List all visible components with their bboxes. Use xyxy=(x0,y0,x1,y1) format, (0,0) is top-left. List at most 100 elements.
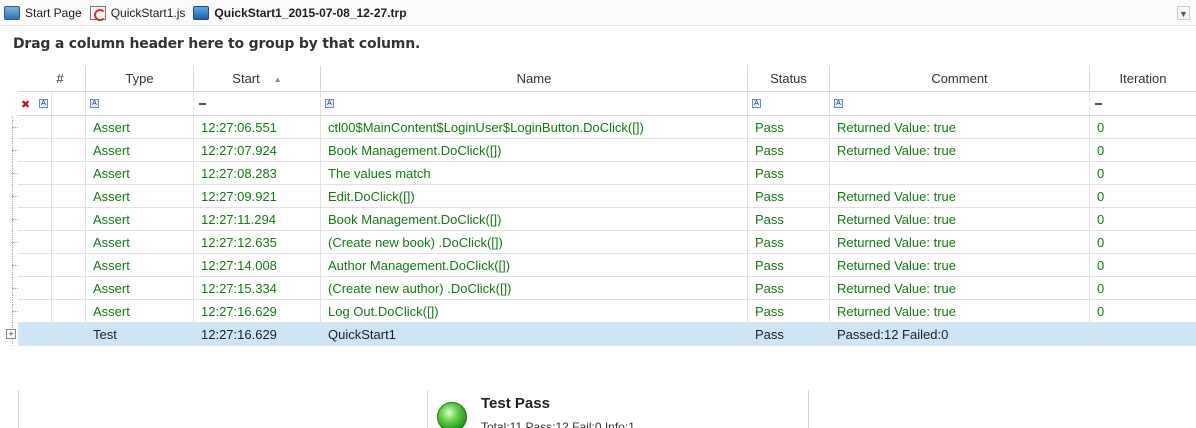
row-indicator-cell xyxy=(18,185,35,208)
row-number-cell-b xyxy=(52,208,86,231)
cell-iteration: 0 xyxy=(1090,300,1196,323)
tab-quickstart-trp[interactable]: QuickStart1_2015-07-08_12-27.trp xyxy=(193,5,407,20)
row-indicator-cell xyxy=(18,323,35,346)
column-header-status[interactable]: Status xyxy=(748,66,830,92)
filter-cell-iteration[interactable] xyxy=(1090,92,1196,116)
column-header-name[interactable]: Name xyxy=(321,66,748,92)
trp-file-icon xyxy=(193,5,210,20)
table-row[interactable]: Assert 12:27:12.635 (Create new book) .Do… xyxy=(0,231,1196,254)
row-number-cell-b xyxy=(52,116,86,139)
cell-status: Pass xyxy=(748,139,830,162)
filter-operator-icon[interactable]: A xyxy=(90,99,99,108)
table-row[interactable]: Assert 12:27:16.629 Log Out.DoClick([]) Pas… xyxy=(0,300,1196,323)
column-header-iteration[interactable]: Iteration xyxy=(1090,66,1196,92)
cell-comment: Returned Value: true xyxy=(830,208,1090,231)
clear-filter-pin-icon[interactable]: ✖ xyxy=(21,93,30,115)
cell-status: Pass xyxy=(748,254,830,277)
row-number-cell-a xyxy=(35,231,52,254)
cell-start: 12:27:16.629 xyxy=(194,300,321,323)
filter-operator-icon[interactable]: A xyxy=(39,99,48,108)
cell-comment: Returned Value: true xyxy=(830,116,1090,139)
cell-start: 12:27:07.924 xyxy=(194,139,321,162)
cell-type: Assert xyxy=(86,185,194,208)
cell-comment: Passed:12 Failed:0 xyxy=(830,323,1090,346)
filter-pin-cell[interactable]: ✖ xyxy=(18,92,35,116)
cell-status: Pass xyxy=(748,323,830,346)
cell-type: Assert xyxy=(86,254,194,277)
tab-label: QuickStart1.js xyxy=(110,5,186,20)
cell-type: Assert xyxy=(86,300,194,323)
filter-cell-status[interactable]: A xyxy=(748,92,830,116)
cell-name: (Create new author) .DoClick([]) xyxy=(321,277,748,300)
filter-cell-spacer xyxy=(52,92,86,116)
cell-start: 12:27:15.334 xyxy=(194,277,321,300)
cell-status: Pass xyxy=(748,277,830,300)
sort-ascending-icon: ▲ xyxy=(273,74,282,84)
cell-status: Pass xyxy=(748,208,830,231)
filter-cell-start[interactable] xyxy=(194,92,321,116)
column-header-number[interactable]: # xyxy=(35,66,86,92)
table-row[interactable]: Assert 12:27:15.334 (Create new author) .… xyxy=(0,277,1196,300)
column-header-type[interactable]: Type xyxy=(86,66,194,92)
row-indicator-cell xyxy=(18,300,35,323)
tab-list-dropdown-icon[interactable]: ▼ xyxy=(1177,6,1190,20)
cell-status: Pass xyxy=(748,162,830,185)
filter-cell-comment[interactable]: A xyxy=(830,92,1090,116)
row-indicator-cell xyxy=(18,139,35,162)
table-row[interactable]: Assert 12:27:14.008 Author Management.DoCl… xyxy=(0,254,1196,277)
group-by-panel[interactable]: Drag a column header here to group by th… xyxy=(13,36,420,52)
cell-comment: Returned Value: true xyxy=(830,254,1090,277)
cell-name: The values match xyxy=(321,162,748,185)
cell-start: 12:27:08.283 xyxy=(194,162,321,185)
cell-status: Pass xyxy=(748,116,830,139)
column-header-comment[interactable]: Comment xyxy=(830,66,1090,92)
pass-status-icon xyxy=(437,402,467,428)
filter-equals-icon[interactable] xyxy=(199,103,206,105)
cell-comment: Returned Value: true xyxy=(830,300,1090,323)
cell-status: Pass xyxy=(748,300,830,323)
cell-iteration: 0 xyxy=(1090,231,1196,254)
row-indicator-cell xyxy=(18,116,35,139)
table-row[interactable]: Assert 12:27:06.551 ctl00$MainContent$Logi… xyxy=(0,116,1196,139)
cell-type: Assert xyxy=(86,116,194,139)
row-number-cell-b xyxy=(52,231,86,254)
column-header-start[interactable]: Start ▲ xyxy=(194,66,321,92)
cell-iteration: 0 xyxy=(1090,254,1196,277)
cell-type: Assert xyxy=(86,139,194,162)
row-number-cell-b xyxy=(52,300,86,323)
row-number-cell-b xyxy=(52,254,86,277)
table-row[interactable]: Assert 12:27:09.921 Edit.DoClick([]) Pass Re… xyxy=(0,185,1196,208)
table-row[interactable]: Assert 12:27:07.924 Book Management.DoClic… xyxy=(0,139,1196,162)
row-number-cell-a xyxy=(35,254,52,277)
row-number-cell-a xyxy=(35,277,52,300)
cell-iteration xyxy=(1090,323,1196,346)
table-row[interactable]: Assert 12:27:08.283 The values match Pass 0 xyxy=(0,162,1196,185)
filter-operator-icon[interactable]: A xyxy=(834,99,843,108)
filter-cell-type[interactable]: A xyxy=(86,92,194,116)
row-number-cell-a xyxy=(35,162,52,185)
filter-cell-name[interactable]: A xyxy=(321,92,748,116)
row-number-cell-a xyxy=(35,139,52,162)
row-number-cell-b xyxy=(52,277,86,300)
summary-title: Test Pass xyxy=(481,395,550,412)
selected-test-row[interactable]: +▶Test12:27:16.629QuickStart1PassPassed:… xyxy=(0,323,1196,346)
cell-iteration: 0 xyxy=(1090,208,1196,231)
cell-start: 12:27:11.294 xyxy=(194,208,321,231)
filter-operator-icon[interactable]: A xyxy=(325,99,334,108)
cell-start: 12:27:09.921 xyxy=(194,185,321,208)
cell-name: Log Out.DoClick([]) xyxy=(321,300,748,323)
filter-equals-icon[interactable] xyxy=(1095,103,1102,105)
row-indicator-cell xyxy=(18,208,35,231)
cell-status: Pass xyxy=(748,231,830,254)
filter-cell-number[interactable]: A xyxy=(35,92,52,116)
filter-operator-icon[interactable]: A xyxy=(752,99,761,108)
tab-quickstart-js[interactable]: QuickStart1.js xyxy=(89,5,186,21)
js-file-icon xyxy=(89,5,106,21)
cell-comment: Returned Value: true xyxy=(830,185,1090,208)
cell-iteration: 0 xyxy=(1090,162,1196,185)
expand-icon[interactable]: + xyxy=(6,329,16,339)
row-number-cell-b xyxy=(52,185,86,208)
cell-start: 12:27:06.551 xyxy=(194,116,321,139)
cell-name: Edit.DoClick([]) xyxy=(321,185,748,208)
table-row[interactable]: Assert 12:27:11.294 Book Management.DoClic… xyxy=(0,208,1196,231)
